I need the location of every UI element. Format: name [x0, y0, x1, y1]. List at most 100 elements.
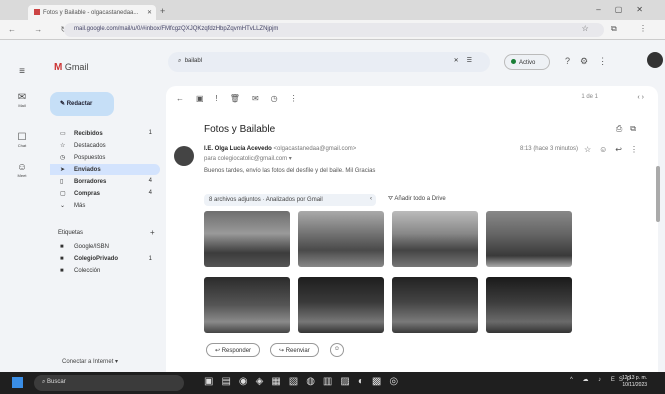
browser-tab[interactable]: Fotos y Bailable - olgacastanedaa... ✕ [28, 5, 156, 20]
close-tab-icon[interactable]: ✕ [147, 9, 152, 16]
add-label-icon[interactable]: + [150, 228, 155, 237]
sender-email: <olgacastanedaa@gmail.com> [273, 146, 357, 152]
label-item[interactable]: ■ ColegioPrivado 1 [50, 254, 160, 265]
avatar[interactable] [647, 52, 663, 68]
sidebar-label: Borradores [74, 179, 107, 185]
connection-status[interactable]: Conectar a Internet ▾ [62, 358, 118, 365]
pager-arrows-icon[interactable]: ‹ › [637, 94, 644, 101]
rail-label: Mail [18, 103, 26, 108]
search-icon[interactable]: ⌕ [178, 58, 181, 64]
label-item[interactable]: ■ Colección [50, 266, 160, 277]
sidebar-label: Más [74, 203, 86, 209]
cart-icon: ▢ [60, 191, 66, 197]
gmail-logo[interactable]: M Gmail [54, 62, 88, 73]
rail-item-meet[interactable]: ☺ Meet [10, 162, 34, 179]
gmail-favicon-icon [34, 9, 40, 15]
forward-button[interactable]: ↪ Reenviar [270, 343, 319, 357]
sender-name: I.E. Olga Lucía Acevedo [204, 146, 272, 152]
recipient[interactable]: para colegiocatolic@gmail.com ▾ [204, 155, 292, 162]
label-name: Colección [74, 268, 101, 274]
pager-count: 1 de 1 [581, 94, 598, 100]
rail-item-chat[interactable]: ☐ Chat [10, 132, 34, 149]
sidebar-item-drafts[interactable]: ▯ Borradores 4 [50, 176, 160, 187]
address-bar[interactable]: mail.google.com/mail/u/0/#inbox/FMfcgzQX… [64, 23, 604, 37]
sender: I.E. Olga Lucía Acevedo <olgacastanedaa@… [204, 146, 356, 152]
sidebar-label: Pospuestos [74, 155, 106, 161]
sidebar-count: 1 [148, 130, 152, 136]
attachments-label: 8 archivos adjuntos · Analizados por Gma… [209, 197, 323, 203]
rail-item-mail[interactable]: ✉ Mail [10, 92, 34, 109]
window-controls[interactable]: –▢✕ [596, 5, 657, 14]
label-icon: ■ [60, 256, 64, 262]
star-icon: ☆ [60, 143, 66, 149]
label-item[interactable]: ■ Google/ISBN [50, 242, 160, 253]
clock-date: 10/11/2023 [622, 382, 648, 388]
sidebar-item-sent[interactable]: ➤ Enviados [50, 164, 160, 175]
label-name: Google/ISBN [74, 244, 110, 250]
sidebar-item-starred[interactable]: ☆ Destacados [50, 140, 160, 151]
chevron-icon[interactable]: ‹ [370, 196, 372, 202]
photo-attachment[interactable] [298, 211, 384, 267]
sidebar-label: Compras [74, 191, 101, 197]
rail-item-menu[interactable]: ≡ [10, 66, 34, 77]
rail-label: Chat [17, 143, 27, 148]
windows-start-icon[interactable] [12, 377, 23, 388]
new-tab-icon[interactable]: + [160, 6, 165, 16]
scrollbar[interactable] [656, 166, 660, 222]
email-date: 8:13 (hace 3 minutos) [519, 146, 578, 152]
taskbar-clock[interactable]: 12:13 p. m. 10/11/2023 [622, 375, 647, 389]
sidebar-label: Destacados [74, 143, 106, 149]
sidebar-item-inbox[interactable]: ▭ Recibidos 1 [50, 128, 160, 139]
photo-attachment[interactable] [392, 277, 478, 333]
message-toolbar[interactable]: ←▣!🗑✉◷⋮ [176, 94, 310, 103]
reply-label: Responder [221, 348, 252, 354]
rail-label: Meet [17, 173, 27, 178]
sender-avatar [174, 146, 194, 166]
label-icon: ■ [60, 268, 64, 274]
header-icons[interactable]: ?⚙⋮ [565, 56, 617, 67]
add-to-drive-button[interactable]: ⛛ Añadir todo a Drive [388, 196, 446, 203]
photo-attachment[interactable] [204, 211, 290, 267]
status-indicator[interactable]: Activo [504, 54, 550, 70]
photo-attachment[interactable] [486, 211, 572, 267]
label-icon: ■ [60, 244, 64, 250]
emoji-icon[interactable]: ☺ [330, 343, 344, 357]
sidebar-label: Recibidos [74, 131, 103, 137]
photo-attachment[interactable] [298, 277, 384, 333]
reply-button[interactable]: ↩ Responder [206, 343, 261, 357]
forward-label: Reenviar [285, 348, 310, 354]
sidebar-item-more[interactable]: ⌄ Más [50, 200, 160, 211]
mail-icon: ✉ [17, 92, 27, 103]
address-toolbar: ← → ↻ mail.google.com/mail/u/0/#inbox/FM… [0, 20, 665, 40]
clock-icon: ◷ [60, 155, 66, 161]
compose-button[interactable]: ✎ Redactar [50, 92, 114, 116]
photo-attachment[interactable] [486, 277, 572, 333]
inbox-icon: ▭ [60, 131, 66, 137]
send-icon: ➤ [60, 167, 66, 173]
sidebar-item-purchases[interactable]: ▢ Compras 4 [50, 188, 160, 199]
drive-label: Añadir todo a Drive [394, 196, 446, 202]
brand-name: Gmail [64, 62, 89, 72]
email-body: Buenos tardes, envío las fotos del desfi… [204, 168, 376, 174]
label-name: ColegioPrivado [74, 256, 119, 262]
taskbar-search[interactable]: ⌕ Buscar [34, 375, 184, 391]
browser-tabbar: Fotos y Bailable - olgacastanedaa... ✕ +… [0, 0, 665, 20]
reply-icon[interactable]: ☆☺↩⋮ [584, 145, 646, 154]
email-subject: Fotos y Bailable [204, 124, 276, 135]
browser-toolbar-icons[interactable]: ☆ ⧉ ⋮ [582, 24, 657, 34]
gmail-app: ≡ ✉ Mail ☐ Chat ☺ Meet M Gmail ✎ Redactar ▭… [0, 40, 665, 372]
search-input[interactable]: bailabl [185, 58, 202, 64]
sidebar-item-snoozed[interactable]: ◷ Pospuestos [50, 152, 160, 163]
left-rail: ≡ ✉ Mail ☐ Chat ☺ Meet [0, 40, 44, 372]
taskbar-apps[interactable]: ▣▤◉◈▦▧◍▥▨◐▩◎ [204, 376, 406, 387]
photo-attachment[interactable] [392, 211, 478, 267]
labels-heading: Etiquetas [58, 230, 84, 236]
label-count: 1 [148, 256, 152, 262]
print-icon[interactable]: ⎙⧉ [616, 124, 644, 134]
message-view: ←▣!🗑✉◷⋮ 1 de 1 ‹ › Fotos y Bailable ⎙⧉ I… [166, 86, 658, 372]
chat-icon: ☐ [17, 132, 27, 143]
search-options-icon[interactable]: ✕☰ [454, 57, 480, 64]
clock-time: 12:13 p. m. [622, 375, 648, 381]
photo-attachment[interactable] [204, 277, 290, 333]
search-bar[interactable]: ⌕ bailabl ✕☰ [168, 52, 490, 72]
